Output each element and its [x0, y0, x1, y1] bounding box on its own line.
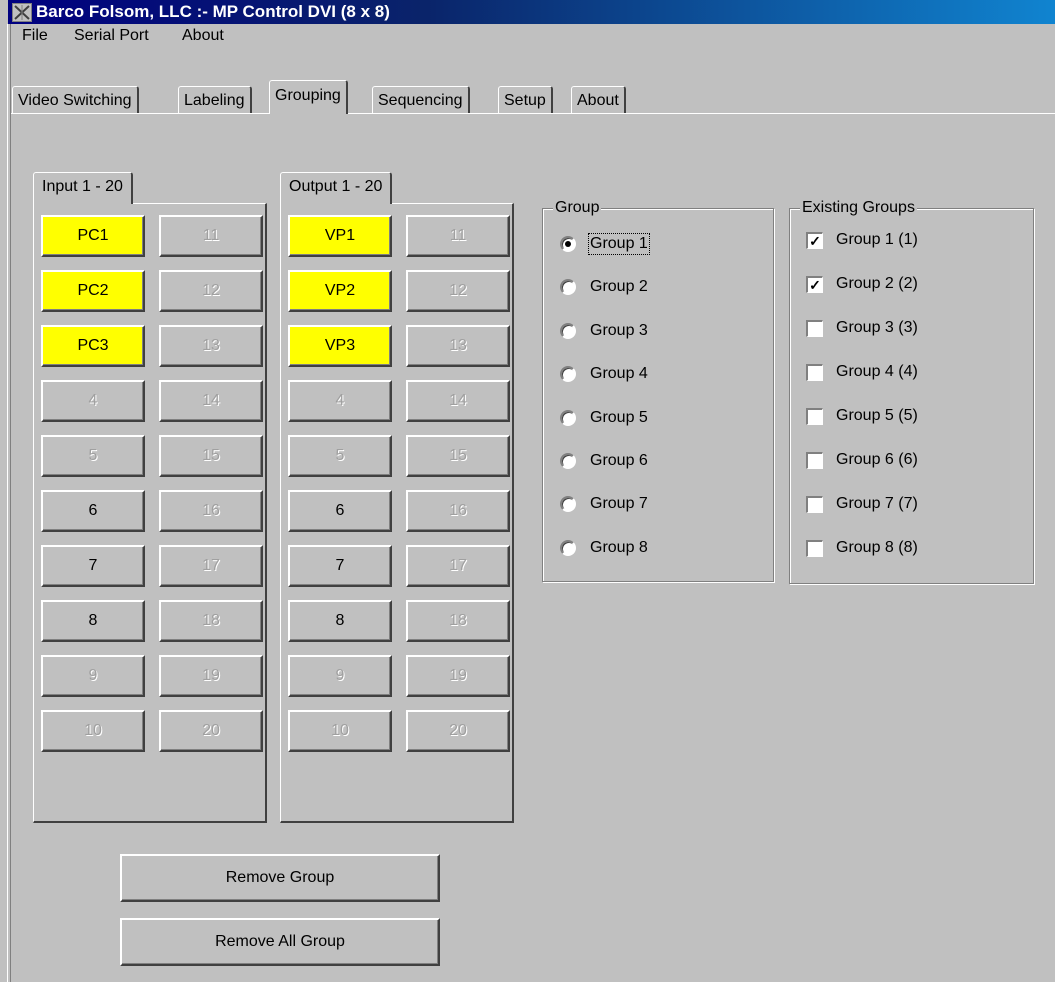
output-button-6[interactable]: 6 [288, 490, 392, 532]
menu-file[interactable]: File [22, 27, 48, 45]
tab-about[interactable]: About [571, 86, 626, 114]
radio-button-icon[interactable] [560, 366, 576, 383]
input-button-6[interactable]: 6 [41, 490, 145, 532]
remove-group-button[interactable]: Remove Group [120, 854, 440, 902]
title-bar: Barco Folsom, LLC :- MP Control DVI (8 x… [8, 0, 1055, 24]
tab-grouping[interactable]: Grouping [269, 80, 348, 114]
checkbox-label: Group 6 (6) [836, 451, 918, 468]
group-box-legend: Group [553, 199, 602, 217]
radio-label: Group 2 [590, 278, 648, 296]
checkbox-label: Group 5 (5) [836, 407, 918, 424]
checkbox-checked-icon[interactable]: ✓ [806, 232, 823, 249]
output-button-7[interactable]: 7 [288, 545, 392, 587]
radio-button-icon[interactable] [560, 453, 576, 469]
output-button-10[interactable]: 10 [288, 710, 392, 752]
tab-labeling[interactable]: Labeling [178, 86, 252, 114]
checkbox-checked-icon[interactable]: ✓ [806, 276, 823, 293]
input-button-15[interactable]: 15 [159, 435, 263, 477]
radio-label: Group 1 [588, 233, 650, 255]
checkbox-icon[interactable] [806, 540, 823, 557]
radio-label: Group 4 [590, 365, 648, 383]
remove-all-group-button[interactable]: Remove All Group [120, 918, 440, 966]
radio-button-icon[interactable] [560, 279, 576, 296]
checkbox-label: Group 7 (7) [836, 495, 918, 512]
checkbox-label: Group 2 (2) [836, 275, 918, 292]
input-button-8[interactable]: 8 [41, 600, 145, 642]
input-button-12[interactable]: 12 [159, 270, 263, 312]
checkbox-icon[interactable] [806, 320, 823, 337]
radio-label: Group 6 [590, 452, 648, 469]
output-button-5[interactable]: 5 [288, 435, 392, 477]
radio-button-icon[interactable] [560, 409, 576, 426]
input-button-18[interactable]: 18 [159, 600, 263, 642]
input-button-13[interactable]: 13 [159, 325, 263, 367]
checkbox-label: Group 8 (8) [836, 539, 918, 556]
checkbox-icon[interactable] [806, 452, 823, 469]
window-title: Barco Folsom, LLC :- MP Control DVI (8 x… [36, 2, 390, 21]
input-button-16[interactable]: 16 [159, 490, 263, 532]
tab-video-switching[interactable]: Video Switching [12, 86, 139, 114]
output-panel: VP1 VP2 VP3 4 5 6 7 8 9 10 11 12 13 14 15 16 17 18 19 20 [280, 203, 514, 823]
input-button-4[interactable]: 4 [41, 380, 145, 422]
tab-setup[interactable]: Setup [498, 86, 553, 114]
existing-groups-legend: Existing Groups [800, 199, 917, 217]
output-button-2[interactable]: VP2 [288, 270, 392, 312]
input-button-20[interactable]: 20 [159, 710, 263, 752]
radio-button-icon[interactable] [560, 322, 576, 339]
output-button-16[interactable]: 16 [406, 490, 510, 532]
output-button-3[interactable]: VP3 [288, 325, 392, 367]
radio-label: Group 7 [590, 495, 648, 513]
output-button-20[interactable]: 20 [406, 710, 510, 752]
output-button-19[interactable]: 19 [406, 655, 510, 697]
output-button-1[interactable]: VP1 [288, 215, 392, 257]
radio-label: Group 3 [590, 321, 648, 339]
input-button-9[interactable]: 9 [41, 655, 145, 697]
group-box: Group Group 1 Group 2 Group 3 Group 4 Group … [542, 199, 774, 582]
input-button-1[interactable]: PC1 [41, 215, 145, 257]
radio-button-icon[interactable] [560, 496, 576, 513]
existing-groups-box: Existing Groups ✓ Group 1 (1) ✓ Group 2 (2)… [789, 199, 1034, 584]
output-button-13[interactable]: 13 [406, 325, 510, 367]
input-button-7[interactable]: 7 [41, 545, 145, 587]
output-button-18[interactable]: 18 [406, 600, 510, 642]
input-button-2[interactable]: PC2 [41, 270, 145, 312]
menu-about[interactable]: About [182, 27, 224, 45]
input-button-10[interactable]: 10 [41, 710, 145, 752]
checkbox-icon[interactable] [806, 364, 823, 381]
checkbox-icon[interactable] [806, 408, 823, 425]
output-button-4[interactable]: 4 [288, 380, 392, 422]
tab-panel-border [11, 113, 1055, 114]
app-icon [12, 3, 32, 22]
input-button-14[interactable]: 14 [159, 380, 263, 422]
output-button-9[interactable]: 9 [288, 655, 392, 697]
radio-label: Group 5 [590, 408, 648, 426]
output-button-17[interactable]: 17 [406, 545, 510, 587]
radio-button-icon[interactable] [560, 236, 576, 252]
output-button-11[interactable]: 11 [406, 215, 510, 257]
radio-button-icon[interactable] [560, 539, 576, 556]
window-frame [7, 24, 11, 982]
checkbox-label: Group 1 (1) [836, 231, 918, 248]
menu-bar: File Serial Port About [8, 24, 1055, 48]
input-button-5[interactable]: 5 [41, 435, 145, 477]
output-button-12[interactable]: 12 [406, 270, 510, 312]
radio-label: Group 8 [590, 538, 648, 556]
checkbox-label: Group 3 (3) [836, 319, 918, 336]
input-button-19[interactable]: 19 [159, 655, 263, 697]
menu-serial-port[interactable]: Serial Port [74, 27, 149, 45]
tab-sequencing[interactable]: Sequencing [372, 86, 470, 114]
input-button-17[interactable]: 17 [159, 545, 263, 587]
tab-output-1-20[interactable]: Output 1 - 20 [280, 172, 393, 204]
tab-input-1-20[interactable]: Input 1 - 20 [33, 172, 133, 204]
input-button-11[interactable]: 11 [159, 215, 263, 257]
input-panel: PC1 PC2 PC3 4 5 6 7 8 9 10 11 12 13 14 15 16 17 18 19 20 [33, 203, 267, 823]
output-button-15[interactable]: 15 [406, 435, 510, 477]
output-button-8[interactable]: 8 [288, 600, 392, 642]
checkbox-icon[interactable] [806, 496, 823, 513]
checkbox-label: Group 4 (4) [836, 363, 918, 380]
input-button-3[interactable]: PC3 [41, 325, 145, 367]
output-button-14[interactable]: 14 [406, 380, 510, 422]
